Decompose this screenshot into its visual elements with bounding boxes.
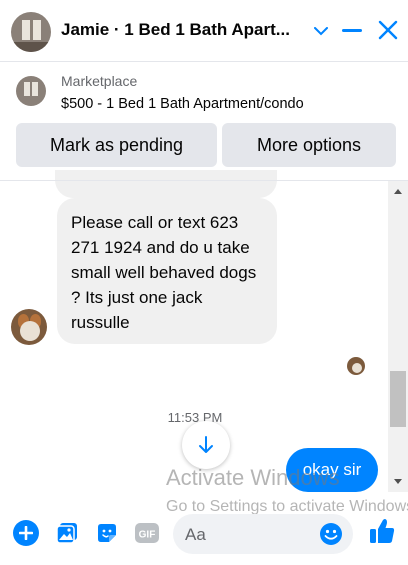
emoji-icon[interactable]: [319, 522, 343, 546]
panel-divider: [0, 180, 408, 181]
scrollbar-thumb[interactable]: [390, 371, 406, 427]
image-icon[interactable]: [54, 520, 80, 546]
chat-title[interactable]: Jamie · 1 Bed 1 Bath Apart...: [61, 20, 290, 40]
message-input-container[interactable]: [173, 514, 353, 554]
listing-title[interactable]: $500 - 1 Bed 1 Bath Apartment/condo: [61, 96, 304, 112]
scroll-to-bottom-button[interactable]: [182, 421, 230, 469]
activate-windows-watermark: Activate Windows: [166, 465, 340, 490]
close-icon[interactable]: [375, 17, 401, 43]
thumbs-up-icon[interactable]: [367, 516, 397, 546]
chevron-down-icon[interactable]: [310, 20, 332, 42]
mark-as-pending-button[interactable]: Mark as pending: [16, 123, 217, 167]
sender-avatar[interactable]: [11, 309, 47, 345]
message-scrollbar[interactable]: [388, 181, 408, 492]
chat-header: Jamie · 1 Bed 1 Bath Apart...: [0, 0, 408, 62]
arrow-down-icon: [199, 436, 213, 453]
gif-icon[interactable]: GIF: [134, 520, 160, 546]
plus-icon[interactable]: [13, 520, 39, 546]
sticker-icon[interactable]: [94, 520, 120, 546]
message-composer: GIF: [0, 506, 408, 565]
svg-text:GIF: GIF: [139, 530, 156, 541]
conversation-avatar[interactable]: [11, 12, 51, 52]
marketplace-label: Marketplace: [61, 73, 138, 89]
more-options-button[interactable]: More options: [222, 123, 396, 167]
read-receipt-avatar: [347, 357, 365, 375]
listing-thumbnail[interactable]: [16, 76, 46, 106]
scroll-down-arrow[interactable]: [394, 479, 402, 484]
incoming-message-bubble: Please call or text 623 271 1924 and do …: [57, 198, 277, 344]
scroll-up-arrow[interactable]: [394, 189, 402, 194]
minimize-icon[interactable]: [342, 29, 362, 32]
message-input[interactable]: [185, 524, 315, 546]
previous-message-bubble: [55, 170, 277, 198]
